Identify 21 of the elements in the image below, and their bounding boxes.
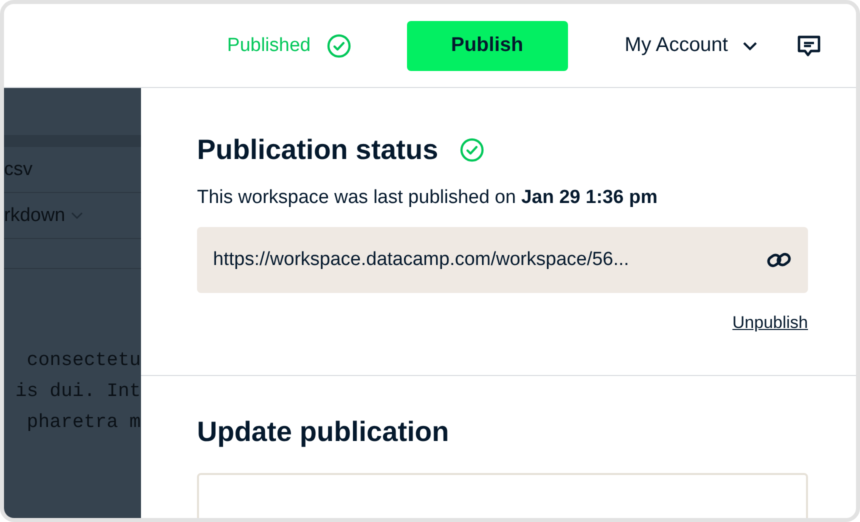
link-icon[interactable] — [766, 250, 792, 270]
url-field[interactable]: https://workspace.datacamp.com/workspace/56... — [197, 227, 808, 293]
editor-row-text: rkdown — [4, 204, 84, 226]
publish-button[interactable]: Publish — [406, 20, 568, 70]
chevron-down-icon — [71, 212, 84, 220]
section-title-text: Publication status — [197, 134, 438, 166]
check-circle-icon — [326, 34, 351, 58]
code-line: is dui. Int — [14, 379, 141, 404]
input-field[interactable] — [197, 473, 808, 518]
code-line: consectetu — [26, 348, 141, 373]
section-title: Update publication — [197, 416, 450, 448]
chevron-down-icon — [742, 40, 758, 50]
check-circle-icon — [460, 138, 484, 162]
unpublish-link[interactable]: Unpublish — [197, 313, 808, 333]
account-menu[interactable]: My Account — [624, 34, 758, 57]
url-text: https://workspace.datacamp.com/workspace/56... — [213, 249, 630, 271]
code-line: pharetra m — [26, 410, 141, 435]
chat-icon[interactable] — [796, 34, 822, 58]
published-status: Published — [227, 34, 351, 58]
editor-row-text: csv — [4, 158, 32, 180]
last-published-text: This workspace was last published on Jan 29 1:36 pm — [197, 187, 658, 209]
